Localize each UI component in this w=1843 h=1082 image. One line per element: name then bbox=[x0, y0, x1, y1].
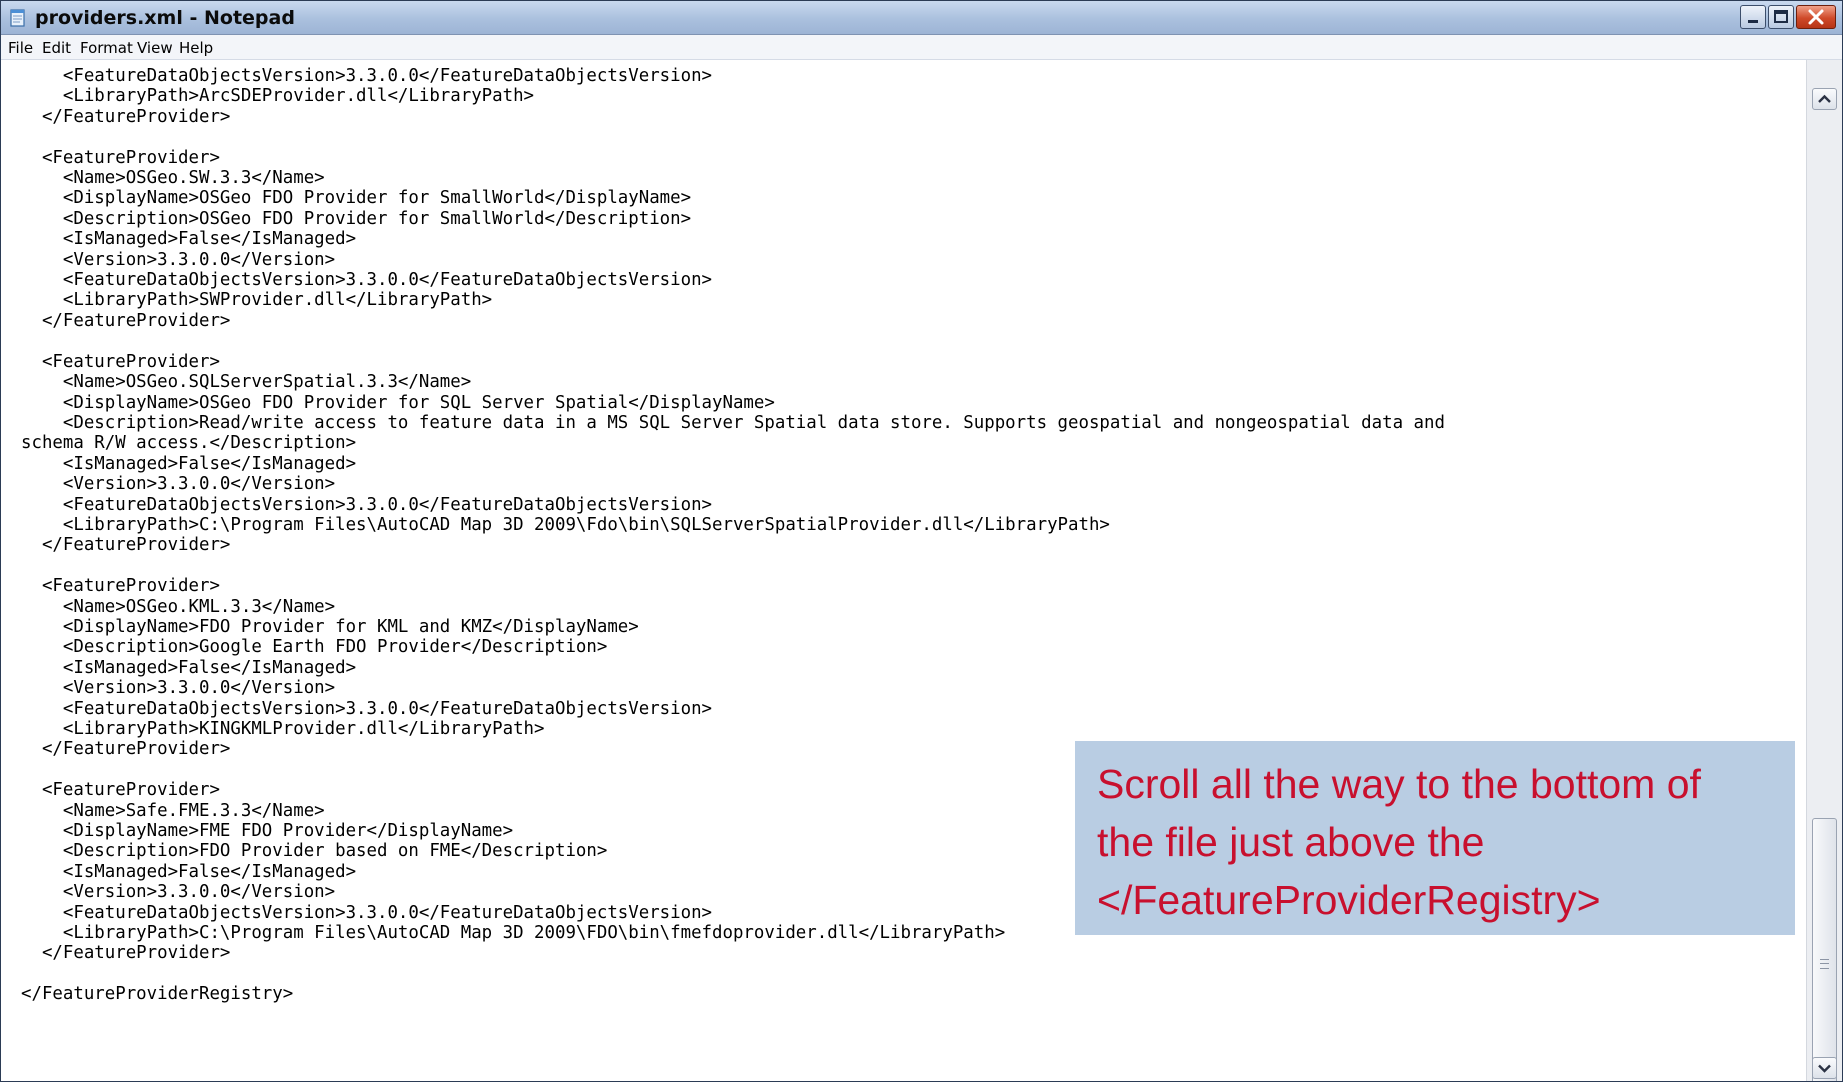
menu-edit[interactable]: Edit bbox=[42, 39, 71, 57]
editor-line: schema R/W access.</Description> bbox=[21, 433, 357, 454]
editor-line: <FeatureDataObjectsVersion>3.3.0.0</Feat… bbox=[21, 698, 713, 719]
window-controls bbox=[1738, 5, 1836, 31]
chevron-up-icon bbox=[1818, 94, 1831, 103]
editor-line: <Version>3.3.0.0</Version> bbox=[21, 249, 336, 270]
editor-line: <FeatureProvider> bbox=[21, 351, 220, 372]
editor-line: </FeatureProvider> bbox=[21, 106, 231, 127]
vertical-scrollbar[interactable] bbox=[1806, 60, 1842, 1081]
editor-line: <Version>3.3.0.0</Version> bbox=[21, 474, 336, 495]
editor-line: <FeatureDataObjectsVersion>3.3.0.0</Feat… bbox=[21, 66, 713, 86]
minimize-icon bbox=[1748, 20, 1758, 23]
editor-line: <FeatureDataObjectsVersion>3.3.0.0</Feat… bbox=[21, 494, 713, 515]
title-bar[interactable]: providers.xml - Notepad bbox=[1, 1, 1842, 35]
editor-line: <Version>3.3.0.0</Version> bbox=[21, 882, 336, 903]
editor-line: <FeatureDataObjectsVersion>3.3.0.0</Feat… bbox=[21, 270, 713, 291]
window-title: providers.xml - Notepad bbox=[35, 7, 295, 29]
editor-line: <IsManaged>False</IsManaged> bbox=[21, 657, 357, 678]
editor-line: <DisplayName>OSGeo FDO Provider for Smal… bbox=[21, 188, 692, 209]
menu-file[interactable]: File bbox=[8, 39, 33, 57]
editor-line: <IsManaged>False</IsManaged> bbox=[21, 861, 357, 882]
editor-line: <Description>FDO Provider based on FME</… bbox=[21, 841, 608, 862]
editor-line: <Name>Safe.FME.3.3</Name> bbox=[21, 800, 325, 821]
maximize-button[interactable] bbox=[1768, 5, 1794, 29]
editor-line: <Name>OSGeo.SW.3.3</Name> bbox=[21, 168, 325, 189]
grip-icon bbox=[1820, 959, 1829, 969]
editor-line: <DisplayName>FDO Provider for KML and KM… bbox=[21, 616, 639, 637]
scroll-down-button[interactable] bbox=[1812, 1057, 1837, 1079]
editor-line: <LibraryPath>KINGKMLProvider.dll</Librar… bbox=[21, 719, 545, 739]
editor-line: <Version>3.3.0.0</Version> bbox=[21, 678, 336, 699]
editor-line: <LibraryPath>ArcSDEProvider.dll</Library… bbox=[21, 86, 535, 107]
editor-line: <FeatureProvider> bbox=[21, 147, 220, 168]
editor-line: <DisplayName>FME FDO Provider</DisplayNa… bbox=[21, 821, 514, 842]
editor-line: <LibraryPath>C:\Program Files\AutoCAD Ma… bbox=[21, 514, 1110, 535]
editor-line: </FeatureProvider> bbox=[21, 943, 231, 964]
editor-line: <LibraryPath>SWProvider.dll</LibraryPath… bbox=[21, 290, 493, 311]
editor-line: <IsManaged>False</IsManaged> bbox=[21, 229, 357, 250]
minimize-button[interactable] bbox=[1740, 5, 1766, 29]
editor-line: <Description>Google Earth FDO Provider</… bbox=[21, 637, 608, 658]
editor-line: </FeatureProviderRegistry> bbox=[21, 984, 294, 1005]
menu-bar: File Edit Format View Help bbox=[1, 35, 1842, 60]
notepad-icon bbox=[10, 9, 25, 27]
editor-line: <FeatureProvider> bbox=[21, 780, 220, 801]
editor-line: <Description>OSGeo FDO Provider for Smal… bbox=[21, 208, 692, 229]
editor-line: <Description>Read/write access to featur… bbox=[21, 412, 1445, 433]
editor-line: </FeatureProvider> bbox=[21, 535, 231, 556]
menu-help[interactable]: Help bbox=[179, 39, 213, 57]
notepad-window: providers.xml - Notepad File Edit Format… bbox=[0, 0, 1843, 1082]
editor-line: <IsManaged>False</IsManaged> bbox=[21, 453, 357, 474]
editor-line: <DisplayName>OSGeo FDO Provider for SQL … bbox=[21, 392, 775, 413]
maximize-icon bbox=[1774, 10, 1788, 23]
close-button[interactable] bbox=[1796, 5, 1836, 29]
menu-view[interactable]: View bbox=[137, 39, 173, 57]
close-icon bbox=[1808, 9, 1824, 25]
editor-line: <FeatureDataObjectsVersion>3.3.0.0</Feat… bbox=[21, 902, 713, 923]
scroll-up-button[interactable] bbox=[1812, 88, 1837, 110]
editor-line: <Name>OSGeo.SQLServerSpatial.3.3</Name> bbox=[21, 372, 472, 393]
editor-line: <FeatureProvider> bbox=[21, 576, 220, 597]
editor-line: </FeatureProvider> bbox=[21, 310, 231, 331]
editor-line: <Name>OSGeo.KML.3.3</Name> bbox=[21, 596, 336, 617]
scrollbar-thumb[interactable] bbox=[1812, 818, 1837, 1081]
chevron-down-icon bbox=[1818, 1064, 1831, 1073]
instruction-callout: Scroll all the way to the bottom of the … bbox=[1075, 741, 1795, 935]
menu-format[interactable]: Format bbox=[80, 39, 133, 57]
editor-line: <LibraryPath>C:\Program Files\AutoCAD Ma… bbox=[21, 923, 1006, 944]
editor-line: </FeatureProvider> bbox=[21, 739, 231, 760]
